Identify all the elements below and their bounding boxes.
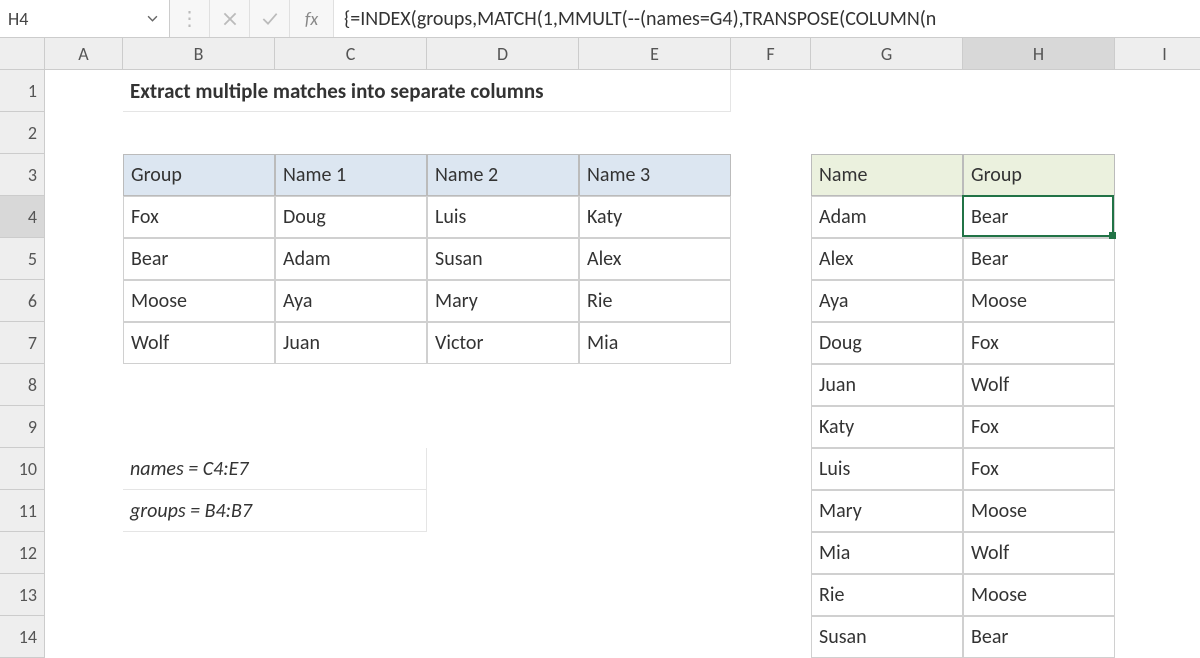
formula-bar: H4 ⋮ fx {=INDEX(groups,MATCH(1,MMULT(--(… [0,0,1200,38]
divider: ⋮ [170,0,210,37]
row-header-3[interactable]: 3 [0,154,45,196]
cancel-icon[interactable] [210,0,250,37]
right-cell-name[interactable]: Katy [811,406,963,448]
right-cell-group[interactable]: Bear [963,238,1115,280]
left-cell-n2[interactable]: Luis [427,196,579,238]
row-header-5[interactable]: 5 [0,238,45,280]
right-cell-group[interactable]: Fox [963,406,1115,448]
right-cell-name[interactable]: Aya [811,280,963,322]
row-headers: 1234567891011121314 [0,70,45,658]
row-header-8[interactable]: 8 [0,364,45,406]
column-header-A[interactable]: A [45,38,123,70]
row-header-4[interactable]: 4 [0,196,45,238]
select-all-corner[interactable] [0,38,45,70]
right-header-group: Group [963,154,1115,196]
note-names: names = C4:E7 [123,448,427,490]
left-cell-n1[interactable]: Juan [275,322,427,364]
left-header-n3: Name 3 [579,154,731,196]
column-header-C[interactable]: C [275,38,427,70]
right-cell-group[interactable]: Fox [963,322,1115,364]
column-header-H[interactable]: H [963,38,1115,70]
left-cell-n2[interactable]: Susan [427,238,579,280]
left-cell-n3[interactable]: Mia [579,322,731,364]
fx-label[interactable]: fx [290,0,334,37]
row-header-1[interactable]: 1 [0,70,45,112]
right-cell-name[interactable]: Alex [811,238,963,280]
column-headers: ABCDEFGHI [45,38,1200,70]
row-header-12[interactable]: 12 [0,532,45,574]
column-header-B[interactable]: B [123,38,275,70]
column-header-G[interactable]: G [811,38,963,70]
left-cell-group[interactable]: Bear [123,238,275,280]
right-header-name: Name [811,154,963,196]
right-cell-group[interactable]: Moose [963,574,1115,616]
right-cell-name[interactable]: Luis [811,448,963,490]
row-header-11[interactable]: 11 [0,490,45,532]
left-cell-group[interactable]: Moose [123,280,275,322]
left-cell-group[interactable]: Wolf [123,322,275,364]
chevron-down-icon[interactable] [143,10,161,28]
right-cell-group[interactable]: Wolf [963,364,1115,406]
name-box[interactable]: H4 [0,0,170,37]
name-box-value: H4 [8,8,28,30]
column-header-I[interactable]: I [1115,38,1200,70]
right-cell-name[interactable]: Rie [811,574,963,616]
right-cell-name[interactable]: Juan [811,364,963,406]
left-cell-n1[interactable]: Adam [275,238,427,280]
left-cell-n2[interactable]: Victor [427,322,579,364]
right-cell-group[interactable]: Bear [963,196,1115,238]
right-cell-name[interactable]: Mia [811,532,963,574]
right-cell-group[interactable]: Fox [963,448,1115,490]
right-cell-name[interactable]: Susan [811,616,963,658]
note-groups: groups = B4:B7 [123,490,427,532]
row-header-10[interactable]: 10 [0,448,45,490]
page-title: Extract multiple matches into separate c… [123,70,731,112]
right-cell-name[interactable]: Doug [811,322,963,364]
left-cell-n3[interactable]: Rie [579,280,731,322]
left-cell-n1[interactable]: Aya [275,280,427,322]
row-header-13[interactable]: 13 [0,574,45,616]
left-header-n2: Name 2 [427,154,579,196]
left-cell-n1[interactable]: Doug [275,196,427,238]
row-header-6[interactable]: 6 [0,280,45,322]
enter-icon[interactable] [250,0,290,37]
left-cell-group[interactable]: Fox [123,196,275,238]
row-header-9[interactable]: 9 [0,406,45,448]
row-header-7[interactable]: 7 [0,322,45,364]
right-cell-group[interactable]: Bear [963,616,1115,658]
right-cell-name[interactable]: Mary [811,490,963,532]
column-header-E[interactable]: E [579,38,731,70]
left-cell-n2[interactable]: Mary [427,280,579,322]
column-header-D[interactable]: D [427,38,579,70]
right-cell-group[interactable]: Moose [963,490,1115,532]
left-cell-n3[interactable]: Katy [579,196,731,238]
right-cell-group[interactable]: Moose [963,280,1115,322]
left-header-n1: Name 1 [275,154,427,196]
right-cell-group[interactable]: Wolf [963,532,1115,574]
left-cell-n3[interactable]: Alex [579,238,731,280]
row-header-14[interactable]: 14 [0,616,45,658]
row-header-2[interactable]: 2 [0,112,45,154]
column-header-F[interactable]: F [731,38,811,70]
formula-input[interactable]: {=INDEX(groups,MATCH(1,MMULT(--(names=G4… [334,0,1200,37]
left-header-group: Group [123,154,275,196]
right-cell-name[interactable]: Adam [811,196,963,238]
